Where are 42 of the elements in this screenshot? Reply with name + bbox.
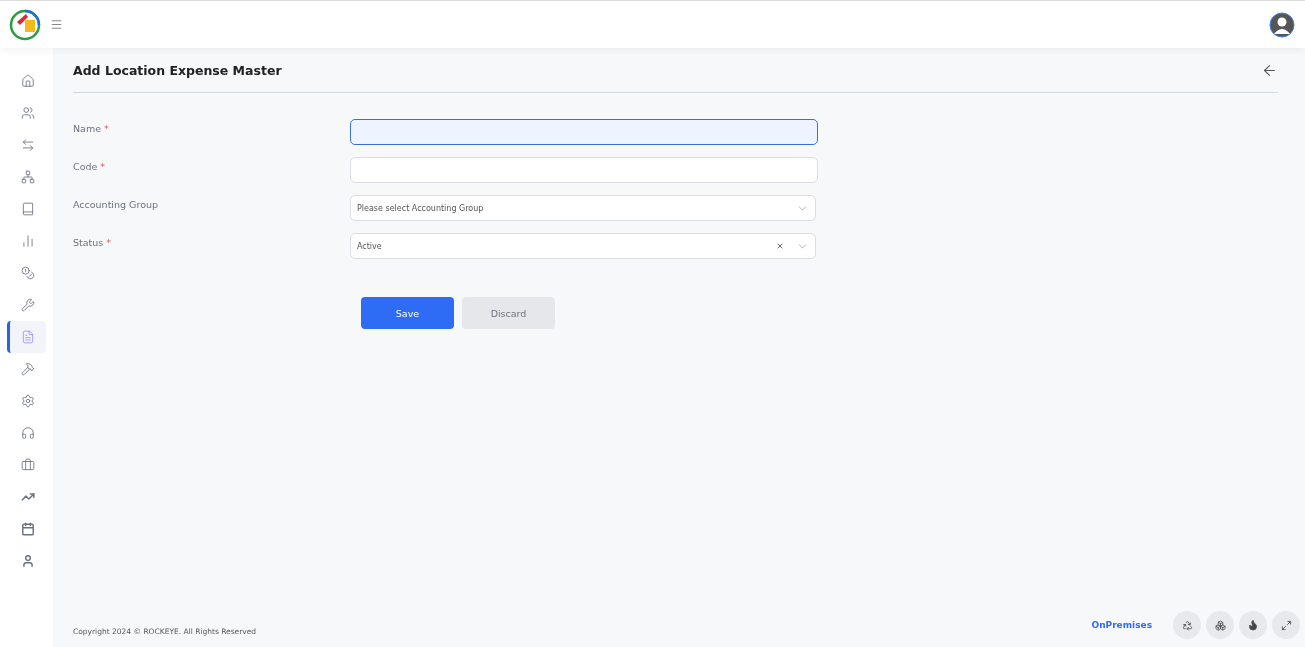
recycle-icon	[1181, 619, 1193, 631]
boxes-icon	[1214, 619, 1226, 631]
avatar-icon[interactable]	[1269, 11, 1295, 38]
hammer-icon	[21, 362, 35, 376]
headset-icon	[21, 426, 35, 440]
fullscreen-button[interactable]	[1272, 611, 1300, 639]
save-button[interactable]: Save	[361, 297, 454, 329]
text-input[interactable]	[350, 119, 818, 145]
coins-icon	[21, 266, 35, 280]
recycle-button[interactable]	[1173, 611, 1201, 639]
select-field[interactable]: Active	[350, 233, 816, 259]
logo-icon	[8, 7, 42, 42]
page-title: Add Location Expense Master	[73, 62, 282, 78]
field-label: Status *	[73, 236, 113, 248]
discard-button[interactable]: Discard	[462, 297, 555, 329]
deployment-mode-link[interactable]: OnPremises	[1091, 620, 1152, 630]
trend-chart-icon	[21, 490, 35, 504]
clear-icon[interactable]	[776, 242, 784, 250]
field-label: Code *	[73, 160, 107, 172]
flame-icon	[1247, 619, 1259, 631]
select-field[interactable]: Please select Accounting Group	[350, 195, 816, 221]
document-icon	[21, 330, 35, 344]
home-icon	[21, 74, 35, 88]
boxes-button[interactable]	[1206, 611, 1234, 639]
bar-chart-icon	[21, 234, 35, 248]
tools-icon	[21, 298, 35, 312]
select-placeholder: Please select Accounting Group	[357, 203, 485, 213]
flame-button[interactable]	[1239, 611, 1267, 639]
select-value: Active	[357, 241, 383, 251]
users-icon	[21, 106, 35, 120]
calendar-icon	[21, 522, 35, 536]
sidebar-item[interactable]	[7, 321, 46, 353]
person-icon	[21, 554, 35, 568]
field-label: Accounting Group	[73, 198, 159, 210]
menu-icon[interactable]	[50, 18, 63, 31]
briefcase-icon	[21, 458, 35, 472]
field-label: Name *	[73, 122, 110, 134]
book-icon	[21, 202, 35, 216]
hierarchy-icon	[21, 170, 35, 184]
settings-icon	[21, 394, 35, 408]
transfer-icon	[21, 138, 35, 152]
fullscreen-icon	[1280, 619, 1292, 631]
